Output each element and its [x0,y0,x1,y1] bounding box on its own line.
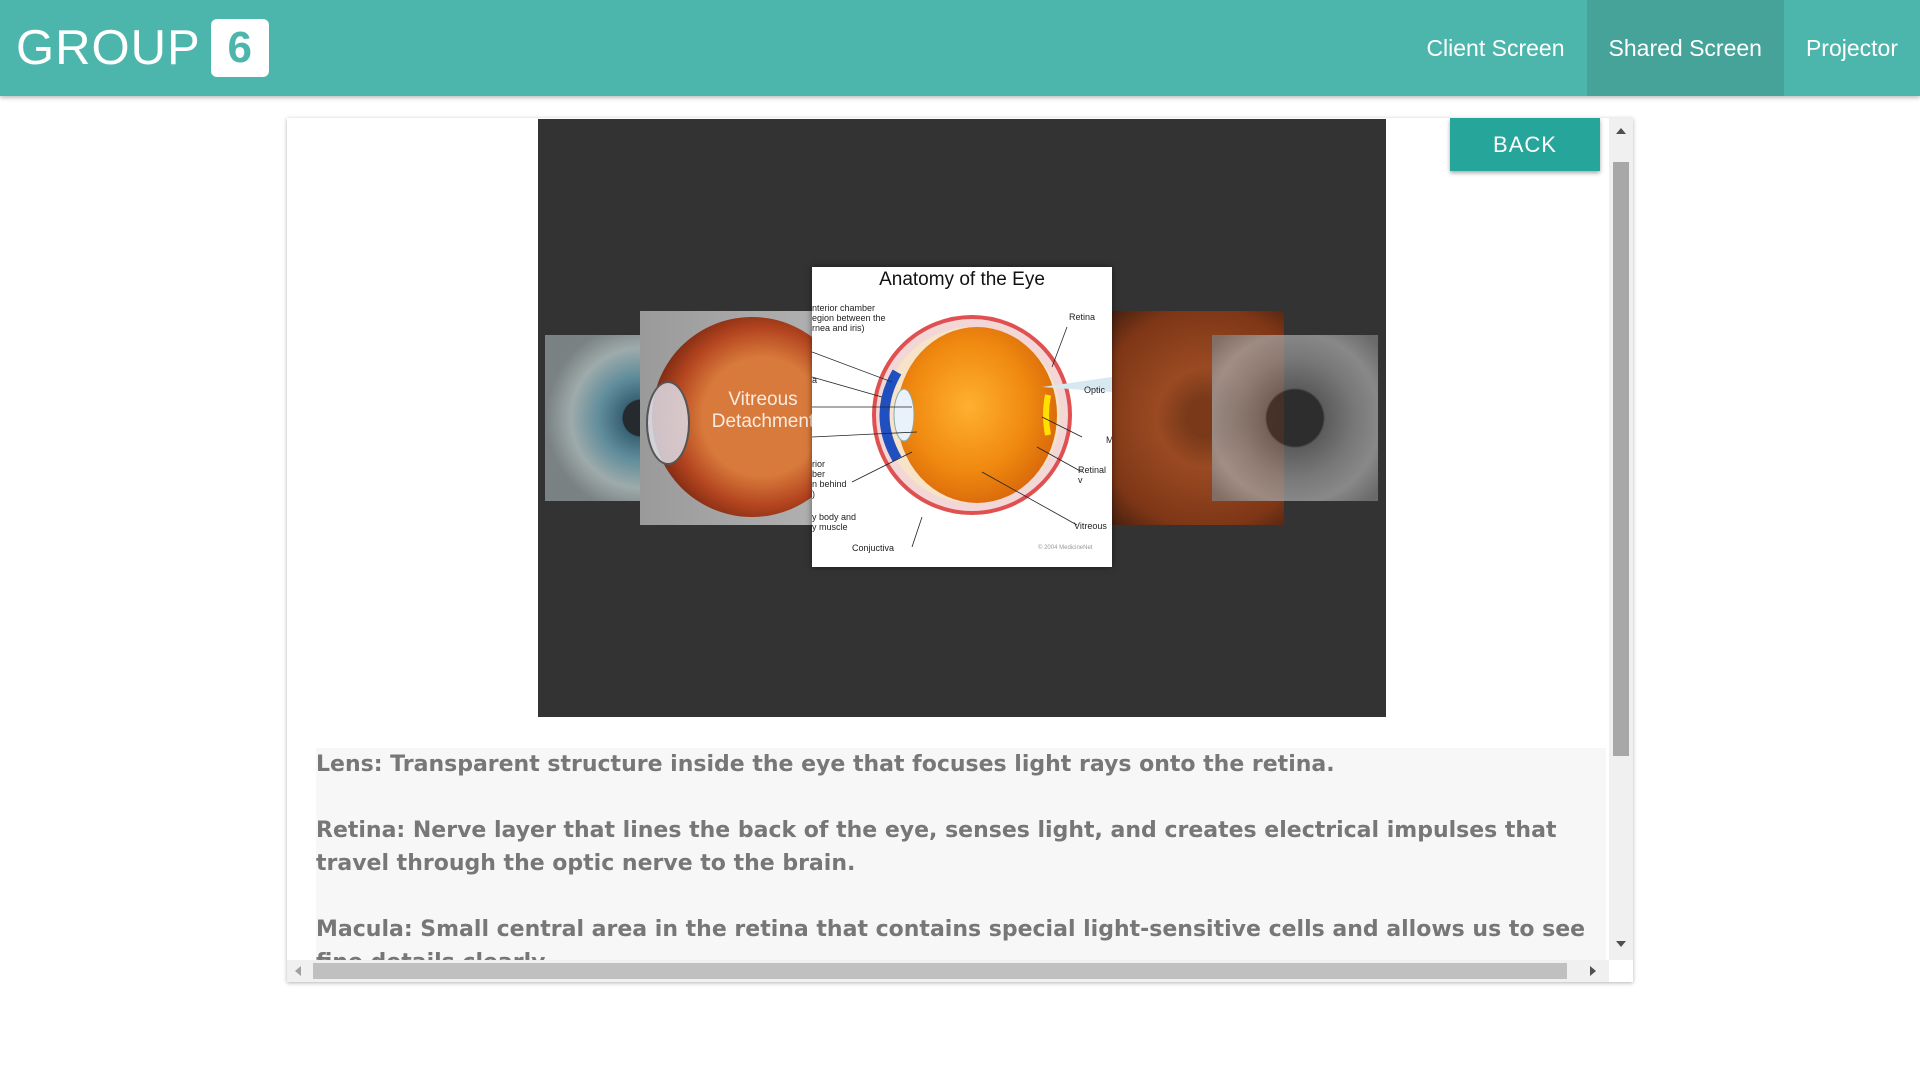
label-ciliary-body: y body and y muscle [812,512,857,532]
nav-link-shared-screen[interactable]: Shared Screen [1586,0,1784,96]
description-text[interactable]: Lens: Transparent structure inside the e… [316,748,1606,978]
top-navbar: GROUP 6 Client Screen Shared Screen Proj… [0,0,1920,96]
carousel-thumb-vitreous-detachment[interactable]: Vitreous Detachment [640,311,812,525]
nav-link-projector[interactable]: Projector [1784,0,1920,96]
image-carousel[interactable]: Vitreous Detachment Anatomy of the Eye n… [538,119,1386,717]
brand-text: GROUP [16,21,201,75]
vertical-scrollbar[interactable] [1609,118,1633,960]
content-card: Vitreous Detachment Anatomy of the Eye n… [287,118,1633,982]
label-retina: Retina [1069,312,1096,322]
label-anterior-chamber: nterior chamber egion between the rnea a… [812,303,886,333]
label-iris: a [812,375,818,385]
diagram-title: Anatomy of the Eye [879,269,1045,290]
brand-badge: 6 [210,19,269,77]
description-retina: Retina: Nerve layer that lines the back … [316,818,1557,876]
brand-logo[interactable]: GROUP 6 [16,18,269,78]
lens-illustration [646,381,690,465]
label-retinal-vessels: Retinal v [1078,465,1107,485]
vertical-scroll-thumb[interactable] [1613,162,1629,756]
label-posterior-chamber: rior ber n behind ) [812,459,847,499]
scroll-left-arrow-icon[interactable] [295,966,301,976]
horizontal-scroll-thumb[interactable] [313,963,1567,979]
scroll-up-arrow-icon[interactable] [1616,128,1626,134]
carousel-main-image[interactable]: Anatomy of the Eye nterior chamber egion… [812,267,1112,567]
label-macula: M [1106,435,1112,445]
carousel-thumb-eye-gray[interactable] [1212,335,1378,501]
label-optic: Optic [1084,385,1106,395]
nav-links: Client Screen Shared Screen Projector [1404,0,1920,96]
description-lens: Lens: Transparent structure inside the e… [316,752,1335,777]
nav-link-client-screen[interactable]: Client Screen [1404,0,1586,96]
horizontal-scrollbar[interactable] [287,960,1609,982]
scroll-right-arrow-icon[interactable] [1590,966,1596,976]
carousel-thumb-caption: Vitreous Detachment [711,389,812,432]
label-vitreous: Vitreous [1074,521,1107,531]
back-button[interactable]: BACK [1450,118,1600,171]
scroll-down-arrow-icon[interactable] [1616,941,1626,947]
label-conjunctiva: Conjuctiva [852,543,895,553]
label-copyright: © 2004 MedicineNet [1038,545,1093,551]
